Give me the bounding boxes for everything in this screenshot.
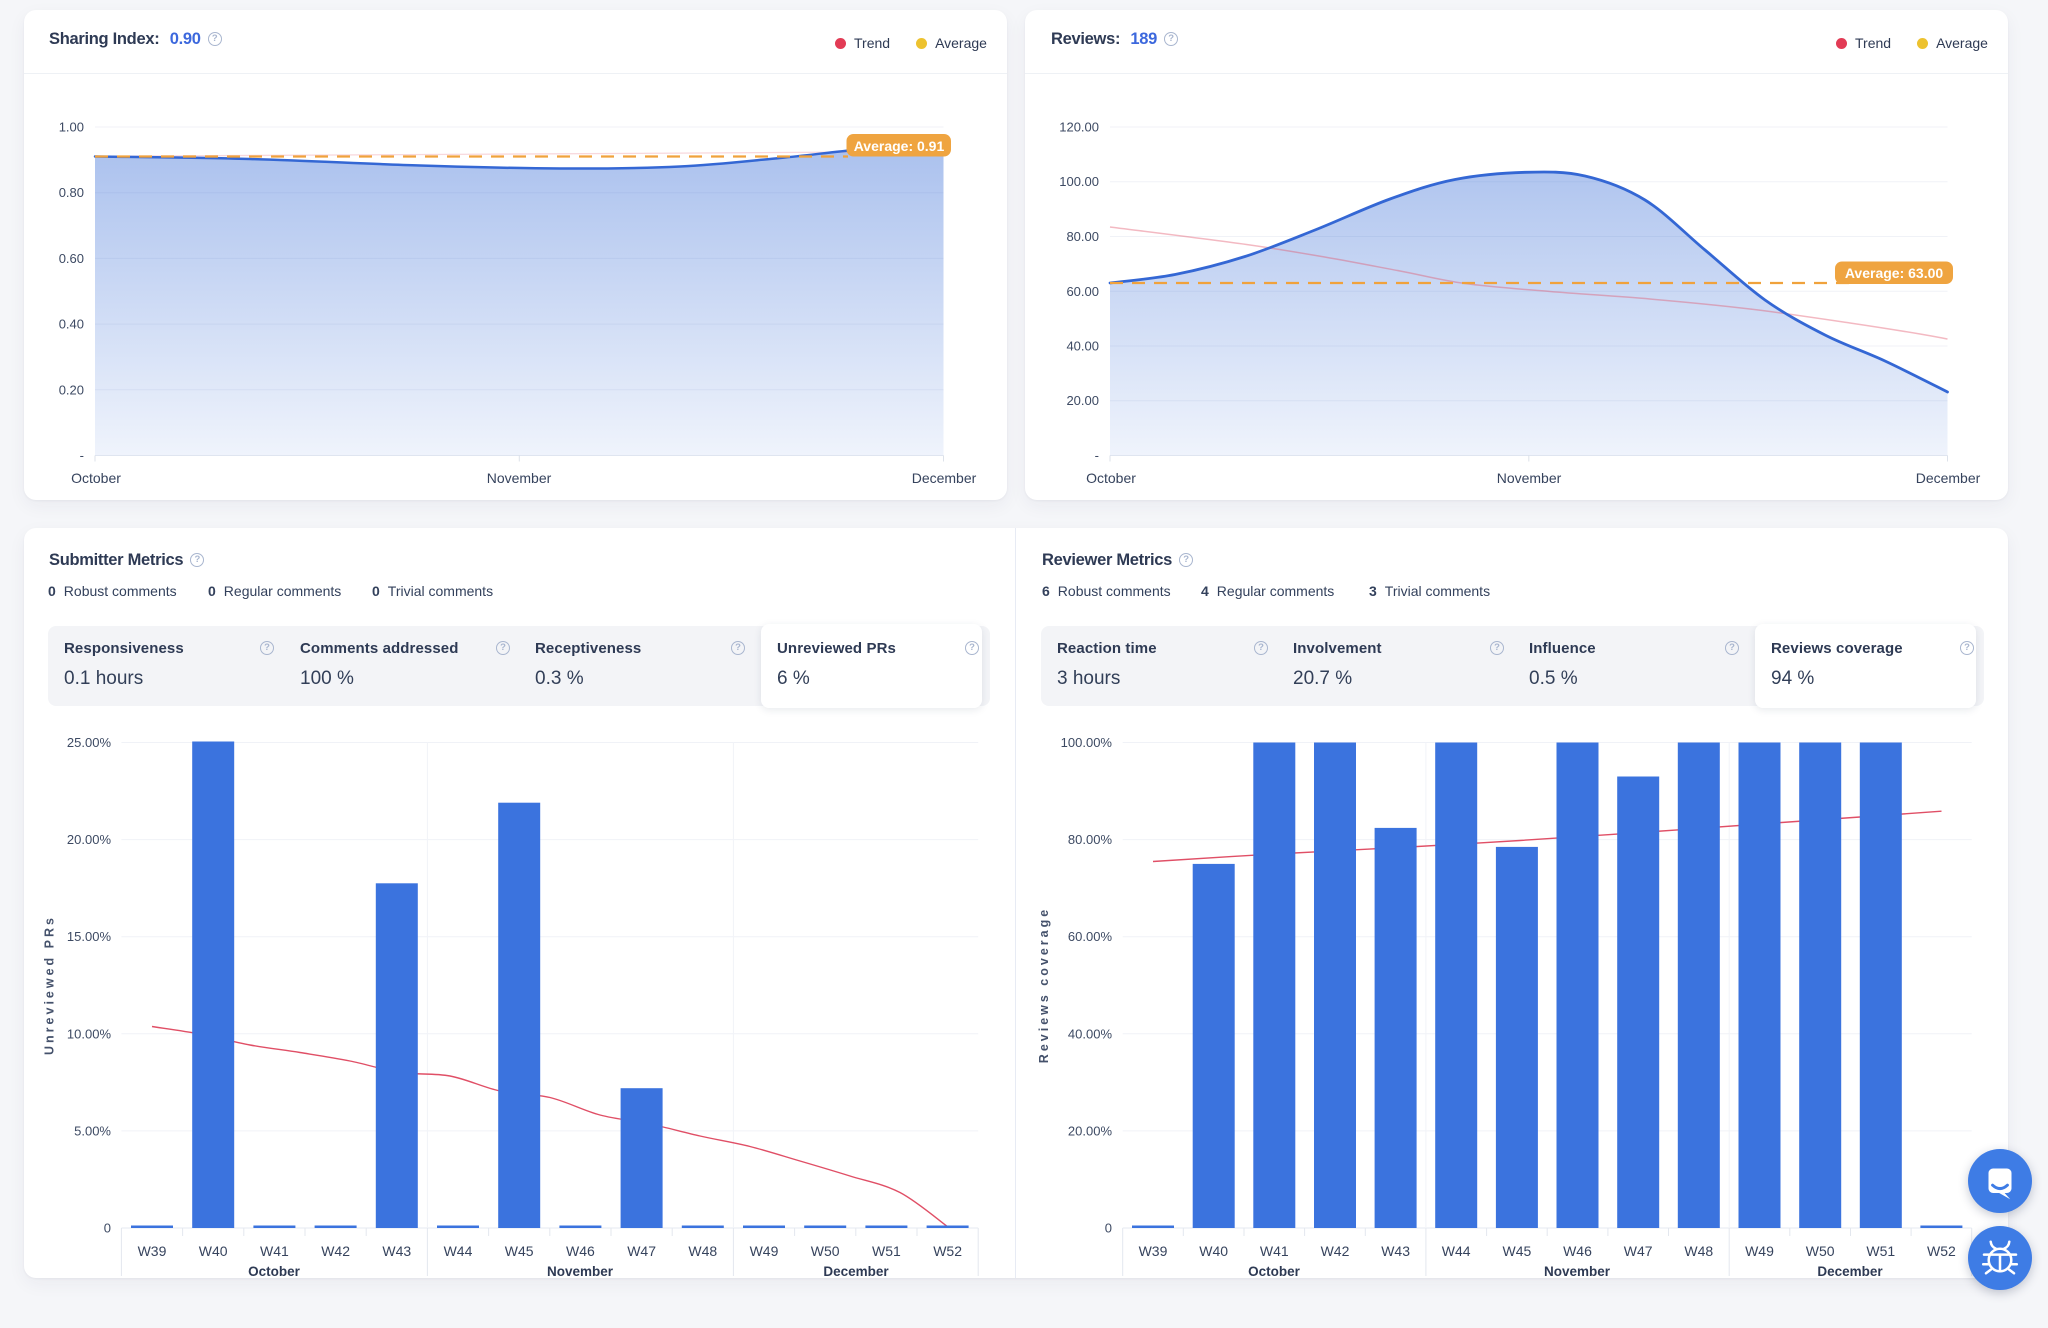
svg-text:October: October — [1086, 470, 1136, 486]
svg-text:W46: W46 — [566, 1243, 595, 1259]
svg-text:W50: W50 — [811, 1243, 840, 1259]
svg-text:80.00%: 80.00% — [1068, 832, 1113, 847]
svg-text:October: October — [71, 470, 121, 486]
svg-text:December: December — [823, 1264, 889, 1279]
svg-text:Unreviewed PRs: Unreviewed PRs — [43, 915, 57, 1055]
svg-text:1.00: 1.00 — [59, 120, 84, 135]
svg-text:5.00%: 5.00% — [74, 1123, 111, 1138]
svg-text:100.00: 100.00 — [1059, 174, 1099, 189]
svg-text:-: - — [1095, 448, 1099, 463]
svg-text:W40: W40 — [1199, 1243, 1228, 1259]
svg-text:December: December — [1817, 1264, 1883, 1279]
svg-text:0.40: 0.40 — [59, 317, 84, 332]
svg-text:W49: W49 — [1745, 1243, 1774, 1259]
svg-text:W51: W51 — [1866, 1243, 1895, 1259]
svg-text:W43: W43 — [382, 1243, 411, 1259]
svg-text:15.00%: 15.00% — [67, 929, 112, 944]
svg-text:60.00: 60.00 — [1066, 284, 1099, 299]
svg-text:Reviews coverage: Reviews coverage — [1037, 907, 1051, 1063]
svg-text:W43: W43 — [1381, 1243, 1410, 1259]
svg-text:40.00%: 40.00% — [1068, 1026, 1113, 1041]
svg-text:November: November — [547, 1264, 614, 1279]
svg-text:W51: W51 — [872, 1243, 901, 1259]
svg-text:Average: 63.00: Average: 63.00 — [1845, 265, 1944, 281]
svg-text:W39: W39 — [1139, 1243, 1168, 1259]
svg-text:November: November — [1497, 470, 1562, 486]
svg-text:October: October — [248, 1264, 301, 1279]
svg-text:W45: W45 — [1503, 1243, 1532, 1259]
svg-text:November: November — [1544, 1264, 1611, 1279]
svg-text:W42: W42 — [1321, 1243, 1350, 1259]
svg-text:W50: W50 — [1806, 1243, 1835, 1259]
svg-text:20.00%: 20.00% — [67, 832, 112, 847]
svg-text:0.60: 0.60 — [59, 251, 84, 266]
svg-text:0.20: 0.20 — [59, 382, 84, 397]
svg-text:Average: 0.91: Average: 0.91 — [854, 138, 945, 154]
svg-text:W48: W48 — [688, 1243, 717, 1259]
svg-text:0.80: 0.80 — [59, 185, 84, 200]
svg-text:100.00%: 100.00% — [1061, 735, 1113, 750]
svg-text:20.00%: 20.00% — [1068, 1123, 1113, 1138]
svg-text:0: 0 — [1105, 1221, 1112, 1236]
svg-text:W48: W48 — [1684, 1243, 1713, 1259]
svg-text:November: November — [487, 470, 552, 486]
svg-text:December: December — [912, 470, 977, 486]
svg-text:December: December — [1916, 470, 1981, 486]
svg-text:W42: W42 — [321, 1243, 350, 1259]
svg-text:60.00%: 60.00% — [1068, 929, 1113, 944]
svg-text:W45: W45 — [505, 1243, 534, 1259]
svg-text:October: October — [1248, 1264, 1301, 1279]
svg-text:W47: W47 — [627, 1243, 656, 1259]
svg-text:W47: W47 — [1624, 1243, 1653, 1259]
svg-text:W41: W41 — [1260, 1243, 1289, 1259]
svg-text:0: 0 — [104, 1221, 111, 1236]
svg-text:W39: W39 — [138, 1243, 167, 1259]
svg-text:W49: W49 — [750, 1243, 779, 1259]
svg-text:W52: W52 — [1927, 1243, 1956, 1259]
svg-text:10.00%: 10.00% — [67, 1026, 112, 1041]
svg-text:W44: W44 — [444, 1243, 473, 1259]
svg-text:80.00: 80.00 — [1066, 229, 1099, 244]
svg-text:W41: W41 — [260, 1243, 289, 1259]
svg-text:120.00: 120.00 — [1059, 120, 1099, 135]
svg-text:20.00: 20.00 — [1066, 393, 1099, 408]
svg-text:-: - — [80, 448, 84, 463]
svg-text:W44: W44 — [1442, 1243, 1471, 1259]
svg-text:40.00: 40.00 — [1066, 339, 1099, 354]
svg-text:W52: W52 — [933, 1243, 962, 1259]
svg-text:W40: W40 — [199, 1243, 228, 1259]
svg-text:25.00%: 25.00% — [67, 735, 112, 750]
svg-text:W46: W46 — [1563, 1243, 1592, 1259]
